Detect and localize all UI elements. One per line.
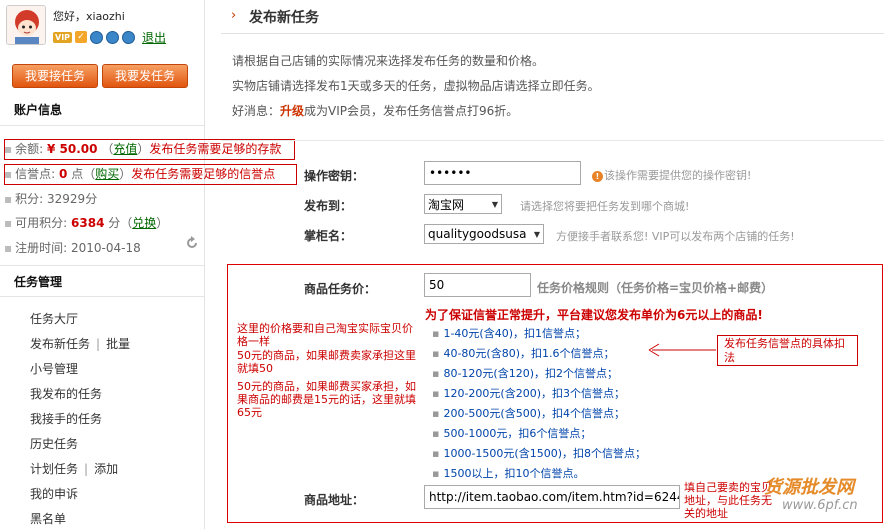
menu-alt-accounts[interactable]: 小号管理 [30,357,78,382]
tier-item: ▪ 200-500元(含500)，扣4个信誉点； [432,407,626,420]
menu-my-accepted[interactable]: 我接手的任务 [30,407,102,432]
user-avatar[interactable] [6,5,46,45]
sidebar: 您好，xiaozhi VIP ✓ 退出 我要接任务 我要发任务 账户信息 ▪ 余额… [0,0,297,529]
verified-icon: ✓ [75,31,88,43]
points-row: ▪ 积分: 32929分 [4,192,98,206]
exchange-link[interactable]: 兑换 [132,216,156,230]
intro-line-2: 实物店铺请选择发布1天或多天的任务，虚拟物品店请选择立即任务。 [232,79,600,93]
menu-batch[interactable]: 批量 [106,337,130,351]
chevron-down-icon: ▼ [533,229,540,239]
price-rule: 任务价格规则（任务价格=宝贝价格+邮费） [537,281,774,295]
price-input[interactable]: 50 [424,273,531,297]
user-badges: VIP ✓ 退出 [53,29,166,45]
annotation-seller-shipping: 50元的商品，如果邮费卖家承担这里就填50 [237,349,416,375]
menu-history[interactable]: 历史任务 [30,432,78,457]
publish-to-label: 发布到： [304,199,353,213]
watermark: 货源批发网 www.6pf.cn [758,471,882,523]
medal-icon [106,30,120,44]
address-input[interactable]: http://item.taobao.com/item.htm?id=62441… [424,485,680,509]
menu-my-appeals[interactable]: 我的申诉 [30,482,78,507]
shopkeeper-select[interactable]: qualitygoodsusa ▼ [424,224,544,244]
publish-to-hint: 请选择您将要把任务发到哪个商城! [520,200,690,213]
balance-row: ▪ 余额: ¥ 50.00 （充值）发布任务需要足够的存款 [4,142,282,156]
registration-row: ▪ 注册时间: 2010-04-18 [4,241,141,255]
price-label: 商品任务价： [304,282,377,296]
shopkeeper-hint: 方便接手者联系您! VIP可以发布两个店铺的任务! [556,230,795,243]
reputation-note: 发布任务需要足够的信誉点 [131,167,276,181]
password-input[interactable]: •••••• [424,161,581,185]
task-management-heading: 任务管理 [0,265,204,297]
logout-link[interactable]: 退出 [142,29,166,46]
watermark-title: 货源批发网 [764,477,854,498]
annotation-price-match: 这里的价格要和自己淘宝实际宝贝价格一样 [237,322,413,348]
watermark-url: www.6pf.cn [782,498,858,513]
points-value: 32929分 [47,192,98,206]
address-label: 商品地址： [304,493,365,507]
upgrade-vip-link[interactable]: 升级 [280,104,304,118]
tier-item: ▪ 120-200元(含200)，扣3个信誉点； [432,387,626,400]
page-title: 发布新任务 [249,10,319,26]
accept-task-button[interactable]: 我要接任务 [12,64,98,88]
menu-plan-row: 计划任务 | 添加 [30,462,119,476]
avatar-image [7,6,45,44]
publish-task-button[interactable]: 我要发任务 [102,64,188,88]
tier-item: ▪ 1-40元(含40)，扣1信誉点； [432,327,587,340]
reputation-value: 0 [59,167,68,181]
annotation-tier-explain: 发布任务信誉点的具体扣法 [717,335,858,366]
menu-add-plan[interactable]: 添加 [94,462,118,476]
tier-item: ▪ 40-80元(含80)，扣1.6个信誉点； [432,347,615,360]
balance-note: 发布任务需要足够的存款 [149,142,282,156]
page-header: › 发布新任务 [221,0,884,34]
tier-item: ▪ 500-1000元，扣6个信誉点； [432,427,592,440]
menu-my-published[interactable]: 我发布的任务 [30,382,102,407]
balance-value: ¥ 50.00 [47,142,98,156]
tier-item: ▪ 80-120元(含120)，扣2个信誉点； [432,367,619,380]
usable-points-row: ▪ 可用积分: 6384 分（兑换） [4,216,169,230]
tier-item: ▪ 1500以上，扣10个信誉点。 [432,467,585,480]
buy-reputation-link[interactable]: 购买 [95,167,119,181]
recharge-link[interactable]: 充值 [113,142,137,156]
account-info-heading: 账户信息 [0,94,204,126]
publish-to-select[interactable]: 淘宝网 ▼ [424,194,502,214]
tier-item: ▪ 1000-1500元(含1500)，扣8个信誉点； [432,447,647,460]
medal-icon [122,30,136,44]
intro-line-3: 好消息：升级成为VIP会员，发布任务信誉点打96折。 [232,104,519,118]
menu-publish-new-task[interactable]: 发布新任务 [30,337,90,351]
password-hint: ! 该操作需要提供您的操作密钥! [592,167,751,183]
refresh-icon[interactable] [185,236,199,250]
menu-task-hall[interactable]: 任务大厅 [30,307,78,332]
password-label: 操作密钥： [304,169,365,183]
chevron-down-icon: ▼ [491,199,498,209]
intro-line-1: 请根据自己店铺的实际情况来选择发布任务的数量和价格。 [232,54,545,68]
reputation-row: ▪ 信誉点: 0 点（购买）发布任务需要足够的信誉点 [4,167,276,181]
price-suggestion: 为了保证信誉正常提升，平台建议您发布单价为6元以上的商品! [425,308,763,322]
chevron-right-icon: › [231,8,237,23]
registration-date: 2010-04-18 [71,241,141,255]
menu-blacklist[interactable]: 黑名单 [30,507,66,529]
user-greeting: 您好，xiaozhi [53,10,125,23]
menu-planned-tasks[interactable]: 计划任务 [30,462,78,476]
usable-points-value: 6384 [71,216,105,230]
vip-badge: VIP [53,31,73,43]
annotation-buyer-shipping: 50元的商品，如果邮费买家承担，如果商品的邮费是15元的话，这里就填65元 [237,380,416,419]
medal-icon [90,30,104,44]
arrow-left-icon [648,343,716,357]
menu-publish-row: 发布新任务 | 批量 [30,337,131,351]
divider [221,140,884,141]
shopkeeper-label: 掌柜名： [304,229,353,243]
warning-icon: ! [592,170,603,182]
